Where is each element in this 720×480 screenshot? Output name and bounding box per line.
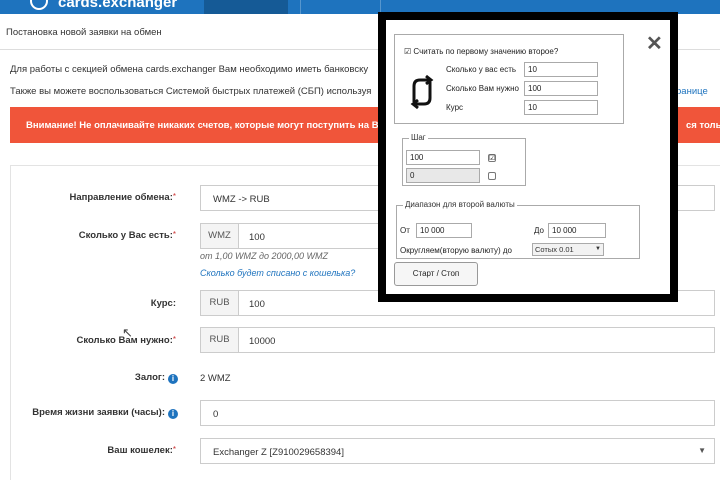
calc-checkbox[interactable]: ☑ Считать по первому значению второе?	[404, 47, 558, 56]
start-stop-button[interactable]: Старт / Стоп	[394, 262, 478, 286]
required-mark: *	[172, 230, 176, 239]
direction-label: Направление обмена:*	[69, 192, 176, 203]
dlg-rate-input[interactable]: 10	[524, 100, 598, 115]
wallet-value: Exchanger Z [Z910029658394]	[213, 447, 344, 458]
round-value: Сотых 0.01	[535, 245, 574, 254]
warning-text-tail: ся тольк	[686, 120, 720, 131]
logo-icon[interactable]	[30, 0, 48, 10]
have-input[interactable]: WMZ 100	[200, 223, 380, 249]
checkbox-checked-icon: ☑	[404, 47, 412, 56]
wallet-select[interactable]: Exchanger Z [Z910029658394] ▼	[200, 438, 715, 464]
range-to-input[interactable]: 10 000	[548, 223, 606, 238]
round-label: Округляем(вторую валюту) до	[400, 246, 512, 255]
info-icon[interactable]: i	[168, 374, 178, 384]
step-checkbox-2[interactable]	[488, 172, 496, 180]
step-input-2[interactable]: 0	[406, 168, 480, 183]
info-icon[interactable]: i	[168, 409, 178, 419]
required-mark: *	[172, 445, 176, 454]
have-currency: WMZ	[201, 224, 239, 248]
dlg-have-input[interactable]: 10	[524, 62, 598, 77]
mouse-pointer-icon: ↖	[122, 325, 133, 340]
have-label: Сколько у Вас есть:*	[78, 230, 176, 241]
round-select[interactable]: Сотых 0.01 ▼	[532, 243, 604, 256]
rate-label: Курс:	[150, 298, 176, 309]
info-text-sbp: Также вы можете воспользоваться Системой…	[10, 86, 372, 97]
deposit-label: Залог: i	[135, 372, 178, 384]
swap-arrows-icon	[410, 74, 434, 110]
logo-text[interactable]: cards.exchanger	[58, 0, 177, 11]
required-mark: *	[172, 192, 176, 201]
range-from-input[interactable]: 10 000	[416, 223, 472, 238]
wallet-label: Ваш кошелек:*	[107, 445, 176, 456]
nav-item[interactable]	[300, 0, 340, 14]
breadcrumb: Постановка новой заявки на обмен	[6, 27, 162, 38]
lifetime-value: 0	[213, 409, 219, 420]
have-value: 100	[249, 232, 265, 243]
range-to-label: До	[534, 226, 544, 235]
range-from-label: От	[400, 226, 410, 235]
dlg-need-label: Сколько Вам нужно	[446, 84, 519, 93]
dlg-rate-label: Курс	[446, 103, 464, 112]
dlg-have-label: Сколько у вас есть	[446, 65, 517, 74]
nav-item-active[interactable]	[204, 0, 288, 14]
need-value: 10000	[249, 336, 276, 347]
calculator-dialog-frame: ✕ ☑ Считать по первому значению второе? …	[378, 12, 678, 302]
chevron-down-icon: ▼	[595, 246, 601, 252]
close-icon[interactable]: ✕	[646, 34, 663, 54]
step-legend: Шаг	[409, 133, 428, 142]
direction-value: WMZ -> RUB	[213, 194, 270, 205]
info-page-link[interactable]: ранице	[676, 86, 708, 97]
info-text-bank-card: Для работы с секцией обмена cards.exchan…	[10, 64, 369, 75]
step-checkbox-1[interactable]: ☑	[488, 154, 496, 162]
need-currency: RUB	[201, 328, 239, 352]
rate-value: 100	[249, 299, 265, 310]
required-mark: *	[172, 335, 176, 344]
calculator-dialog: ✕ ☑ Считать по первому значению второе? …	[386, 20, 670, 294]
step-input-1[interactable]: 100	[406, 150, 480, 165]
calc-checkbox-label: Считать по первому значению второе?	[413, 47, 559, 56]
rate-currency: RUB	[201, 291, 239, 315]
need-input[interactable]: RUB 10000	[200, 327, 715, 353]
deposit-value: 2 WMZ	[200, 373, 231, 384]
chevron-down-icon: ▼	[698, 446, 706, 455]
lifetime-label: Время жизни заявки (часы): i	[32, 407, 178, 419]
have-limits-hint: от 1,00 WMZ до 2000,00 WMZ	[200, 251, 329, 261]
warning-text: Внимание! Не оплачивайте никаких счетов,…	[26, 120, 392, 131]
lifetime-input[interactable]: 0	[200, 400, 715, 426]
range-legend: Диапазон для второй валюты	[403, 200, 517, 209]
dlg-need-input[interactable]: 100	[524, 81, 598, 96]
debit-amount-link[interactable]: Сколько будет списано с кошелька?	[200, 268, 355, 278]
